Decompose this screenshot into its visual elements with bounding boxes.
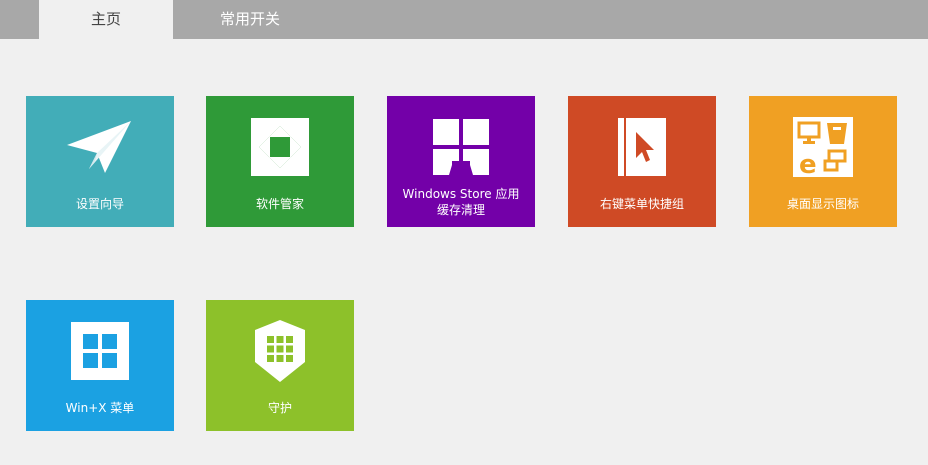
paper-plane-icon [26, 114, 174, 180]
store-broom-icon [387, 114, 535, 180]
aperture-icon [206, 114, 354, 180]
shield-icon [206, 318, 354, 384]
tile-store-cache-cleanup[interactable]: Windows Store 应用 缓存清理 [387, 96, 535, 227]
tile-guard[interactable]: 守护 [206, 300, 354, 431]
tab-common-switches[interactable]: 常用开关 [173, 0, 327, 39]
svg-text:e: e [799, 150, 817, 177]
tile-label: 守护 [267, 401, 292, 415]
tile-desktop-icons[interactable]: e 桌面显示图标 [749, 96, 897, 227]
windows-logo-icon [26, 318, 174, 384]
tab-home[interactable]: 主页 [39, 0, 173, 39]
tile-label: 桌面显示图标 [786, 197, 859, 211]
tile-label: 设置向导 [75, 197, 124, 211]
book-cursor-icon [568, 114, 716, 180]
tile-context-menu-group[interactable]: 右键菜单快捷组 [568, 96, 716, 227]
tab-bar: 主页 常用开关 [0, 0, 928, 39]
tile-label: 软件管家 [255, 197, 304, 211]
tile-winx-menu[interactable]: Win+X 菜单 [26, 300, 174, 431]
tile-setup-wizard[interactable]: 设置向导 [26, 96, 174, 227]
tile-software-manager[interactable]: 软件管家 [206, 96, 354, 227]
tile-label: Windows Store 应用 缓存清理 [402, 187, 520, 217]
desktop-icons-icon: e [749, 114, 897, 180]
tile-label: Win+X 菜单 [65, 401, 135, 415]
tile-label: 右键菜单快捷组 [599, 197, 684, 211]
